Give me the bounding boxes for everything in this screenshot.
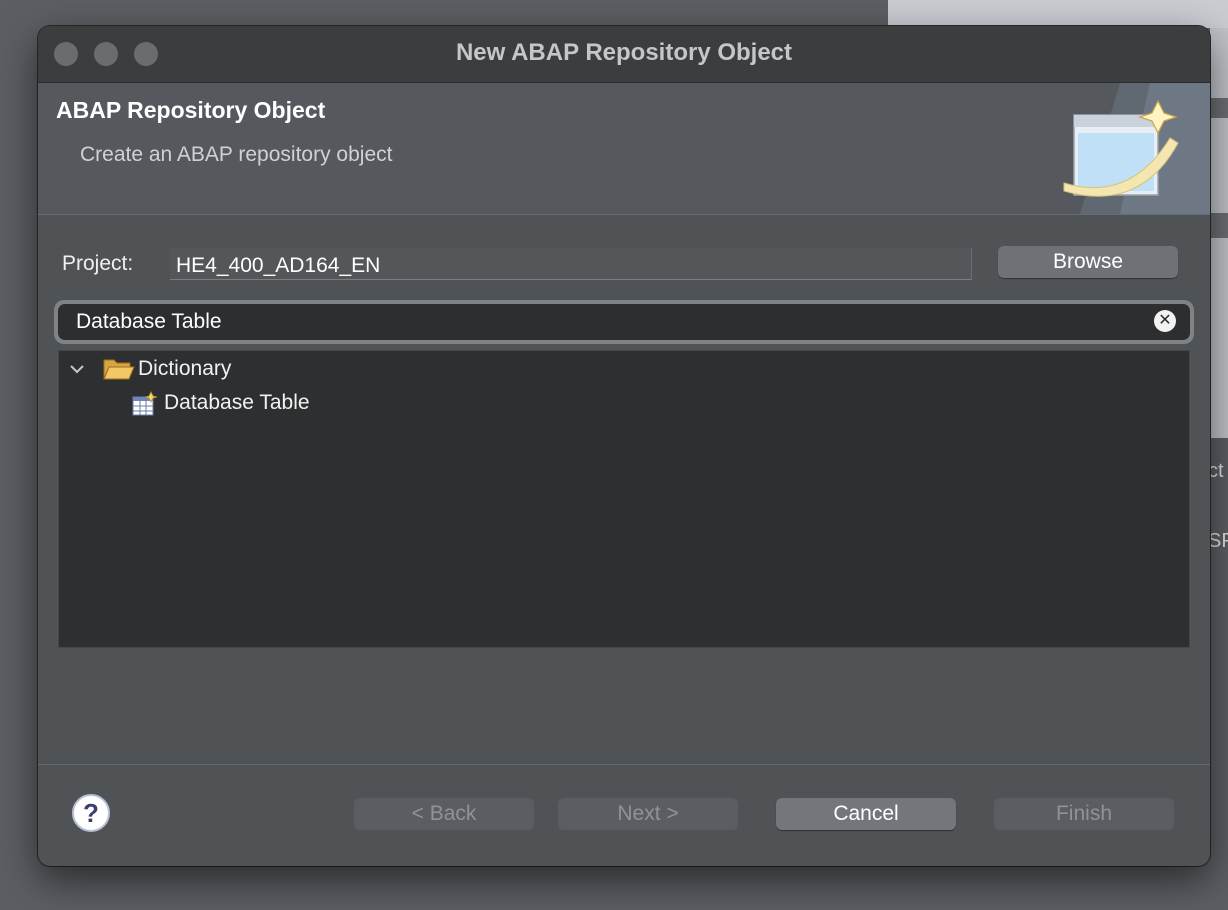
finish-button[interactable]: Finish bbox=[994, 798, 1174, 830]
filter-input-value: Database Table bbox=[76, 310, 222, 333]
new-abap-repository-object-dialog: New ABAP Repository Object ABAP Reposito… bbox=[38, 26, 1210, 866]
tree-item-database-table[interactable]: Database Table bbox=[59, 387, 1189, 419]
background-app-panel bbox=[888, 0, 1228, 28]
footer-divider bbox=[38, 764, 1210, 765]
cancel-button[interactable]: Cancel bbox=[776, 798, 956, 830]
tree-item-label: Database Table bbox=[164, 391, 310, 414]
help-icon[interactable]: ? bbox=[72, 794, 110, 832]
next-button[interactable]: Next > bbox=[558, 798, 738, 830]
tree-item-label: Dictionary bbox=[138, 357, 232, 380]
wizard-header: ABAP Repository Object Create an ABAP re… bbox=[38, 83, 1210, 215]
filter-field-focus-ring: Database Table ✕ bbox=[54, 300, 1194, 344]
browse-button[interactable]: Browse bbox=[998, 246, 1178, 278]
project-field[interactable]: HE4_400_AD164_EN bbox=[170, 248, 972, 280]
project-label: Project: bbox=[62, 252, 134, 275]
clear-filter-icon[interactable]: ✕ bbox=[1154, 310, 1176, 332]
back-button[interactable]: < Back bbox=[354, 798, 534, 830]
tree-item-dictionary[interactable]: Dictionary bbox=[59, 353, 1189, 385]
new-object-wizard-icon bbox=[1063, 83, 1210, 214]
folder-open-icon bbox=[103, 359, 135, 380]
background-app-sidebar bbox=[1210, 28, 1228, 438]
window-title: New ABAP Repository Object bbox=[455, 39, 793, 66]
title-bar[interactable]: New ABAP Repository Object bbox=[38, 26, 1210, 83]
filter-input[interactable]: Database Table ✕ bbox=[58, 304, 1190, 340]
background-app-text: SP bbox=[1208, 530, 1228, 552]
object-type-tree[interactable]: Dictionary Database Table bbox=[58, 350, 1190, 648]
wizard-page-description: Create an ABAP repository object bbox=[80, 143, 393, 166]
wizard-page-title: ABAP Repository Object bbox=[56, 97, 326, 123]
chevron-down-icon[interactable] bbox=[67, 353, 87, 385]
database-table-icon bbox=[132, 391, 158, 416]
background-app-text: ct bbox=[1208, 460, 1224, 482]
